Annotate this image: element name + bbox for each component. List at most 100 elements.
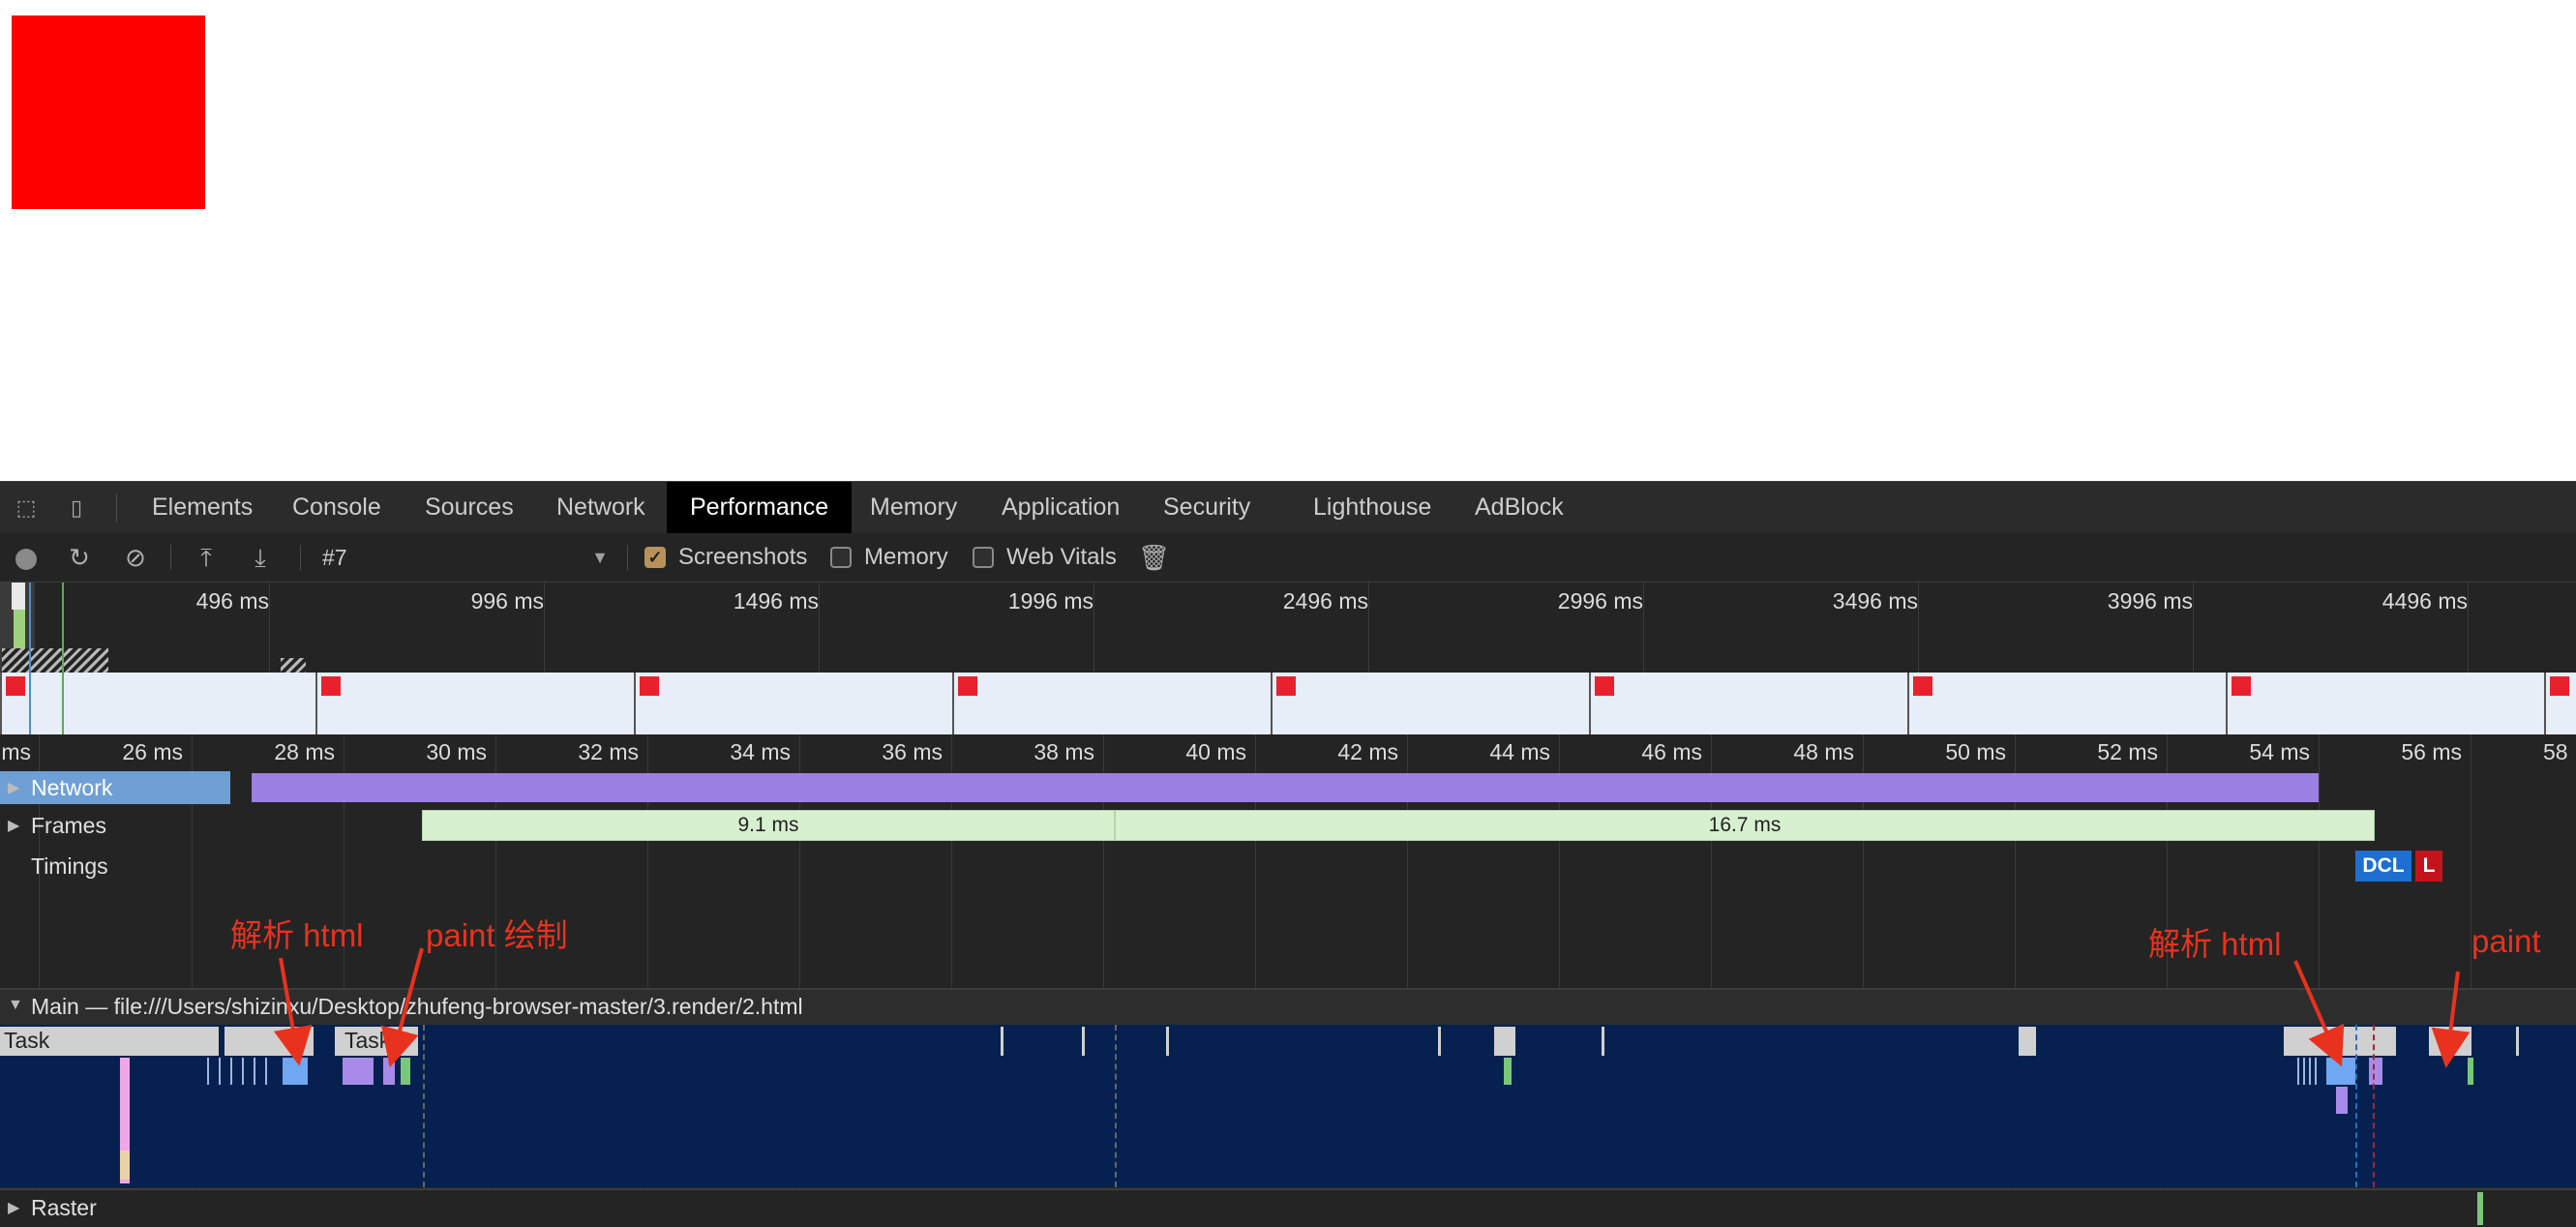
annotation-paint: paint	[2471, 923, 2541, 959]
memory-checkbox[interactable]	[830, 547, 852, 568]
parse-html-block[interactable]	[283, 1058, 308, 1085]
filmstrip-frame[interactable]	[0, 673, 315, 734]
paint-block[interactable]	[401, 1058, 410, 1085]
function-call-block[interactable]	[207, 1058, 275, 1085]
task-block[interactable]	[2019, 1027, 2036, 1056]
tab-lighthouse[interactable]: Lighthouse	[1290, 482, 1454, 533]
overview-time-label: 496 ms	[195, 588, 269, 614]
function-call-block[interactable]	[120, 1151, 130, 1180]
ruler-label: 40 ms	[1185, 739, 1246, 764]
load-profile-icon[interactable]: ⤒	[192, 543, 221, 572]
layout-block[interactable]	[383, 1058, 395, 1085]
ruler-label: 36 ms	[882, 739, 943, 764]
expand-triangle-icon[interactable]: ▶	[8, 778, 19, 797]
task-block[interactable]: Task	[0, 1027, 219, 1056]
screenshot-filmstrip[interactable]	[0, 673, 2576, 736]
raster-track-title: Raster	[31, 1195, 97, 1220]
task-block[interactable]	[2284, 1027, 2396, 1056]
task-block[interactable]	[1602, 1027, 1604, 1056]
trash-icon[interactable]: 🗑	[1138, 543, 1170, 572]
tab-sources[interactable]: Sources	[402, 482, 537, 533]
ruler-label: 54 ms	[2249, 739, 2310, 764]
overview-cpu-spike	[12, 583, 25, 610]
tab-divider	[116, 494, 117, 523]
task-block[interactable]	[1082, 1027, 1085, 1056]
network-track-title: Network	[31, 775, 113, 800]
frame-thumbnail	[321, 676, 341, 696]
filmstrip-frame[interactable]	[1271, 673, 1589, 734]
frame-thumbnail	[2232, 676, 2251, 696]
function-call-block[interactable]	[2297, 1058, 2319, 1085]
overview-time-label: 2496 ms	[1282, 588, 1368, 614]
overview-tick	[819, 583, 820, 673]
tab-security[interactable]: Security	[1140, 482, 1273, 533]
frame-boundary-line	[423, 1025, 427, 1187]
ruler-label: 30 ms	[426, 739, 487, 764]
frames-track[interactable]: ▶ Frames 9.1 ms 16.7 ms	[0, 808, 2576, 843]
tab-elements[interactable]: Elements	[129, 482, 276, 533]
frame-bar[interactable]: 16.7 ms	[1115, 810, 2375, 841]
frame-thumbnail	[1276, 676, 1296, 696]
timeline-overview[interactable]: 496 ms 996 ms 1496 ms 1996 ms 2496 ms 29…	[0, 583, 2576, 673]
task-block[interactable]	[2516, 1027, 2519, 1056]
filmstrip-frame[interactable]	[1589, 673, 1907, 734]
annotation-parse-html: 解析 html	[230, 917, 364, 953]
record-button[interactable]	[15, 549, 37, 570]
tab-adblock[interactable]: AdBlock	[1452, 482, 1587, 533]
expand-triangle-icon[interactable]: ▶	[8, 816, 19, 835]
clear-icon[interactable]: ⊘	[121, 543, 150, 572]
performance-toolbar: ↻ ⊘ ⤒ ⤓ #7 ▼ ✓ Screenshots Memory Web Vi…	[0, 533, 2576, 583]
raster-track[interactable]: ▶ Raster	[0, 1188, 2576, 1227]
main-flame-chart[interactable]: Task Task	[0, 1025, 2576, 1187]
raster-task-block[interactable]	[2477, 1192, 2483, 1225]
reload-record-icon[interactable]: ↻	[65, 543, 94, 572]
layout-block[interactable]	[343, 1058, 374, 1085]
tab-memory[interactable]: Memory	[847, 482, 980, 533]
tab-application[interactable]: Application	[978, 482, 1143, 533]
timings-track: Timings DCL L	[0, 847, 2576, 885]
filmstrip-frame[interactable]	[634, 673, 952, 734]
tab-console[interactable]: Console	[269, 482, 404, 533]
network-track[interactable]: ▶ Network	[0, 771, 2576, 804]
tab-network[interactable]: Network	[533, 482, 669, 533]
load-marker[interactable]: L	[2415, 851, 2442, 882]
dcl-marker[interactable]: DCL	[2355, 851, 2411, 882]
filmstrip-frame[interactable]	[1907, 673, 2226, 734]
task-block[interactable]	[2429, 1027, 2471, 1056]
overview-network-activity	[281, 658, 306, 673]
device-toolbar-icon[interactable]: ▯	[64, 495, 89, 521]
expand-triangle-icon[interactable]: ▶	[8, 1198, 19, 1217]
ruler-label: ms	[1, 739, 31, 764]
frame-thumbnail	[958, 676, 977, 696]
frame-bar[interactable]: 9.1 ms	[422, 810, 1115, 841]
paint-block[interactable]	[1504, 1058, 1512, 1085]
task-block[interactable]	[1438, 1027, 1441, 1056]
network-request-bar[interactable]	[252, 773, 2319, 802]
main-thread-header[interactable]: ▼ Main — file:///Users/shizinxu/Desktop/…	[0, 988, 2576, 1025]
task-block[interactable]	[1494, 1027, 1515, 1056]
toolbar-divider	[170, 545, 171, 570]
filmstrip-frame[interactable]	[2226, 673, 2544, 734]
paint-block[interactable]	[2468, 1058, 2473, 1085]
tab-performance[interactable]: Performance	[667, 482, 853, 533]
frame-thumbnail	[6, 676, 25, 696]
inspect-element-icon[interactable]: ⬚	[14, 495, 39, 521]
frames-track-title: Frames	[31, 813, 106, 838]
filmstrip-frame[interactable]	[952, 673, 1271, 734]
save-profile-icon[interactable]: ⤓	[246, 543, 275, 572]
task-block[interactable]	[225, 1027, 314, 1056]
layout-block[interactable]	[2336, 1087, 2348, 1114]
task-block[interactable]: Task	[335, 1027, 418, 1056]
overview-tick	[2193, 583, 2194, 673]
screenshots-checkbox[interactable]: ✓	[644, 547, 666, 568]
task-block[interactable]	[1166, 1027, 1169, 1056]
parse-html-block[interactable]	[2326, 1058, 2355, 1085]
collapse-triangle-icon[interactable]: ▼	[8, 997, 23, 1014]
task-block[interactable]	[1001, 1027, 1003, 1056]
task-label: Task	[344, 1028, 391, 1053]
filmstrip-frame[interactable]	[2544, 673, 2576, 734]
web-vitals-checkbox[interactable]	[973, 547, 994, 568]
profile-select[interactable]: #7 ▼	[322, 533, 622, 582]
filmstrip-frame[interactable]	[315, 673, 634, 734]
task-label: Task	[4, 1028, 50, 1053]
